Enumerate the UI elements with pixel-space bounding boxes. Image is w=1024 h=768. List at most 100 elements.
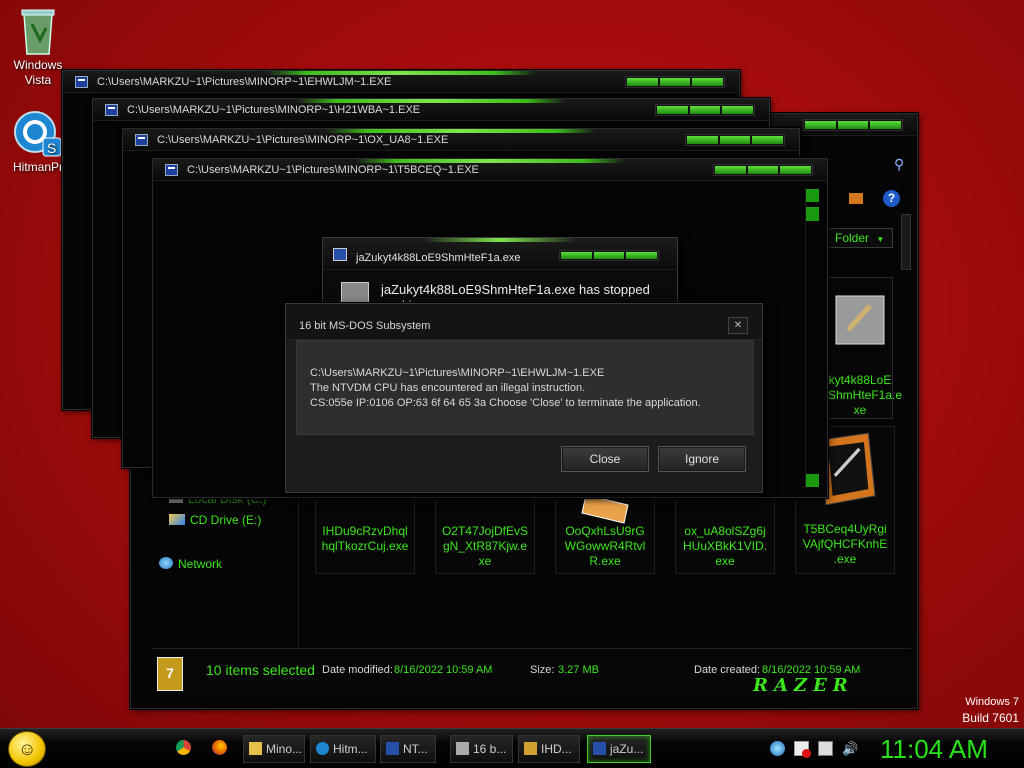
dialog-titlebar[interactable]: 16 bit MS-DOS Subsystem ✕ — [286, 304, 762, 340]
globe-icon[interactable] — [770, 741, 785, 756]
window-titlebar[interactable]: C:\Users\MARKZU~1\Pictures\MINORP~1\OX_U… — [123, 129, 799, 151]
window-titlebar[interactable]: C:\Users\MARKZU~1\Pictures\MINORP~1\T5BC… — [153, 159, 827, 181]
window-titlebar[interactable]: C:\Users\MARKZU~1\Pictures\MINORP~1\H21W… — [93, 99, 769, 121]
taskbar-item-ihd[interactable]: IHD... — [518, 735, 580, 763]
network-tray-icon[interactable] — [818, 741, 833, 756]
taskbar-item-hitmanpro[interactable]: Hitm... — [310, 735, 376, 763]
window-controls[interactable] — [803, 119, 903, 131]
window-title: C:\Users\MARKZU~1\Pictures\MINORP~1\H21W… — [127, 104, 421, 116]
desktop-icon-label: Windows Vista — [13, 58, 63, 87]
file-name: ox_uA8olSZg6j HUuXBkK1VID. exe — [682, 524, 768, 568]
error-details: CS:055e IP:0106 OP:63 6f 64 65 3a Choose… — [310, 397, 701, 409]
chrome-icon[interactable] — [176, 740, 191, 755]
window-controls[interactable] — [685, 134, 785, 146]
start-button[interactable]: ☺ — [8, 731, 46, 767]
taskbar-item-jazu[interactable]: jaZu... — [587, 735, 651, 763]
taskbar-item-label: Hitm... — [333, 742, 368, 756]
dos-icon — [456, 742, 469, 755]
dialog-title: jaZukyt4k88LoE9ShmHteF1a.exe — [356, 252, 521, 264]
window-titlebar[interactable]: C:\Users\MARKZU~1\Pictures\MINORP~1\EHWL… — [63, 71, 739, 93]
volume-icon[interactable]: 🔊 — [842, 741, 858, 756]
taskbar: ☺ Mino... Hitm... NT... 16 b... IHD... j… — [0, 728, 1024, 768]
explorer-scrollbar[interactable] — [901, 214, 911, 270]
sidebar-item-label: CD Drive (E:) — [190, 513, 262, 527]
sidebar-item-label: Network — [178, 557, 223, 571]
folder-view-icon[interactable] — [849, 193, 863, 204]
chevron-down-icon: ▼ — [876, 235, 885, 244]
network-icon — [159, 557, 173, 569]
folder-button[interactable]: Folder ▼ — [827, 228, 893, 248]
hitmanpro-icon: S — [14, 111, 62, 157]
folder-icon — [249, 742, 262, 755]
file-name: T5BCeq4UyRgi VAjfQHCFKnhE .exe — [802, 522, 888, 566]
console-icon — [386, 742, 399, 755]
desktop-icon-label: HitmanPr — [12, 160, 63, 174]
window-title: C:\Users\MARKZU~1\Pictures\MINORP~1\EHWL… — [97, 76, 392, 88]
close-icon[interactable]: ✕ — [728, 317, 748, 334]
taskbar-item-label: 16 b... — [473, 742, 507, 756]
dialog-body: C:\Users\MARKZU~1\Pictures\MINORP~1\EHWL… — [296, 340, 754, 435]
taskbar-item-ntvdm[interactable]: NT... — [380, 735, 436, 763]
selection-count: 10 items selected — [206, 662, 315, 678]
file-name: O2T47JojDfEvS gN_XtR87Kjw.e xe — [441, 524, 529, 568]
close-button[interactable]: Close — [561, 446, 649, 472]
help-icon[interactable]: ? — [883, 190, 900, 207]
file-icon — [835, 295, 885, 345]
window-controls[interactable] — [655, 104, 755, 116]
taskbar-item-label: IHD... — [541, 742, 572, 756]
dialog-title: 16 bit MS-DOS Subsystem — [299, 320, 431, 332]
search-icon[interactable]: ⚲ — [894, 156, 904, 173]
dialog-titlebar[interactable]: jaZukyt4k88LoE9ShmHteF1a.exe — [323, 238, 677, 270]
scroll-down-icon[interactable] — [806, 474, 819, 487]
recycle-bin-icon — [21, 9, 55, 55]
app-icon — [593, 742, 606, 755]
clock[interactable]: 11:04 AM — [880, 734, 988, 765]
folder-button-label: Folder — [835, 231, 870, 245]
stopped-message: jaZukyt4k88LoE9ShmHteF1a.exe has stopped… — [381, 282, 650, 304]
date-created-label: Date created: — [694, 664, 761, 676]
window-controls[interactable] — [559, 250, 659, 261]
console-icon — [75, 76, 88, 88]
console-icon — [105, 104, 118, 116]
window-controls[interactable] — [625, 76, 725, 88]
status-bar: 7 10 items selected Date modified: 8/16/… — [151, 648, 911, 698]
green-accent — [423, 238, 577, 242]
taskbar-item-label: NT... — [403, 742, 428, 756]
windows-watermark: Windows 7 Build 7601 — [962, 694, 1019, 726]
file-name: kyt4k88LoE ShmHteF1a.e xe — [828, 373, 903, 417]
scroll-thumb[interactable] — [806, 207, 819, 221]
taskbar-item-label: Mino... — [266, 742, 303, 756]
file-tile[interactable]: kyt4k88LoE ShmHteF1a.e xe — [827, 277, 902, 419]
size-value: 3.27 MB — [558, 664, 599, 676]
taskbar-item-16bit[interactable]: 16 b... — [450, 735, 513, 763]
app-icon — [333, 248, 347, 261]
taskbar-item-minorp-folder[interactable]: Mino... — [243, 735, 305, 763]
error-message: The NTVDM CPU has encountered an illegal… — [310, 382, 586, 394]
sidebar-item-cd-drive[interactable]: CD Drive (E:) — [169, 513, 261, 527]
action-center-icon[interactable] — [794, 741, 811, 758]
red-x-icon — [802, 749, 811, 758]
watermark-os: Windows 7 — [965, 696, 1019, 708]
hitmanpro-icon — [316, 742, 329, 755]
console-icon — [165, 164, 178, 176]
sidebar-item-network[interactable]: Network — [159, 557, 222, 571]
file-name: IHDu9cRzvDhql hqlTkozrCuj.exe — [321, 524, 409, 553]
razer-logo: RAZER — [753, 675, 854, 696]
watermark-build: Build 7601 — [962, 711, 1019, 725]
taskbar-item-label: jaZu... — [610, 742, 644, 756]
firefox-icon[interactable] — [212, 740, 227, 755]
file-type-icon: 7 — [157, 657, 183, 691]
ignore-button[interactable]: Ignore — [658, 446, 746, 472]
scroll-up-icon[interactable] — [806, 189, 819, 202]
svg-text:S: S — [47, 140, 56, 156]
window-title: C:\Users\MARKZU~1\Pictures\MINORP~1\T5BC… — [187, 164, 479, 176]
date-modified-value: 8/16/2022 10:59 AM — [394, 664, 493, 676]
window-title: C:\Users\MARKZU~1\Pictures\MINORP~1\OX_U… — [157, 134, 449, 146]
smiley-icon: ☺ — [18, 739, 37, 759]
ntvdm-dialog[interactable]: 16 bit MS-DOS Subsystem ✕ C:\Users\MARKZ… — [285, 303, 763, 493]
file-icon — [524, 742, 537, 755]
window-controls[interactable] — [713, 164, 813, 176]
size-label: Size: — [530, 664, 555, 676]
console-scrollbar[interactable] — [805, 187, 819, 489]
date-modified-label: Date modified: — [322, 664, 393, 676]
